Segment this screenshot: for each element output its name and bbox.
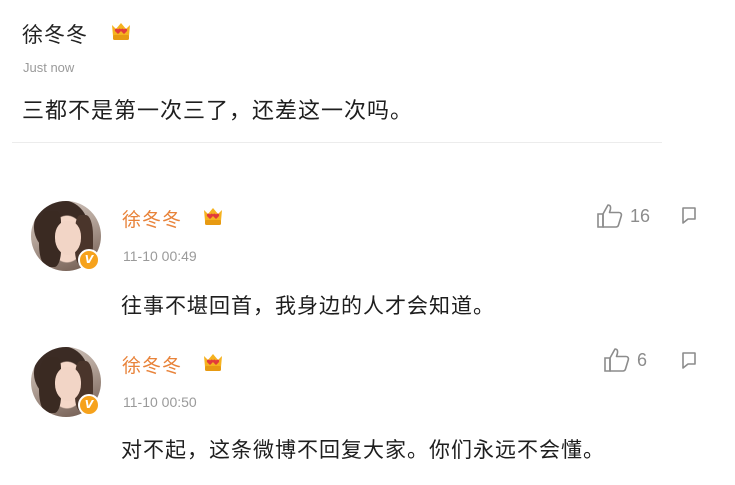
like-button[interactable]: 16 bbox=[596, 203, 650, 229]
comment-content: 对不起，这条微博不回复大家。你们永远不会懂。 bbox=[121, 438, 605, 462]
comment-timestamp: 11-10 00:49 bbox=[123, 248, 197, 264]
divider bbox=[12, 142, 662, 143]
comment-content: 往事不堪回首，我身边的人才会知道。 bbox=[121, 294, 495, 318]
reply-icon[interactable] bbox=[682, 207, 696, 225]
like-button[interactable]: 6 bbox=[603, 347, 647, 373]
thumbs-up-icon bbox=[604, 348, 630, 372]
reply-icon[interactable] bbox=[682, 352, 696, 370]
comment-timestamp: 11-10 00:50 bbox=[123, 394, 197, 410]
weibo-comment-page: 徐冬冬 Just now 三都不是第一次三了，还差这一次吗。 V 徐冬冬 11-… bbox=[0, 0, 735, 485]
comment-author-name[interactable]: 徐冬冬 bbox=[122, 351, 182, 378]
verified-badge-icon: V bbox=[78, 394, 100, 416]
comment-author-name[interactable]: 徐冬冬 bbox=[122, 205, 182, 232]
like-count: 6 bbox=[637, 349, 648, 370]
like-count: 16 bbox=[630, 205, 651, 226]
thumbs-up-icon bbox=[597, 204, 623, 228]
crown-heart-badge-icon bbox=[201, 205, 225, 231]
verified-badge-icon: V bbox=[78, 249, 100, 271]
crown-heart-badge-icon bbox=[201, 351, 225, 377]
comment-item: V 徐冬冬 11-10 00:50 对不起，这条微博不回复大家。你们永远不会懂。… bbox=[0, 0, 735, 462]
